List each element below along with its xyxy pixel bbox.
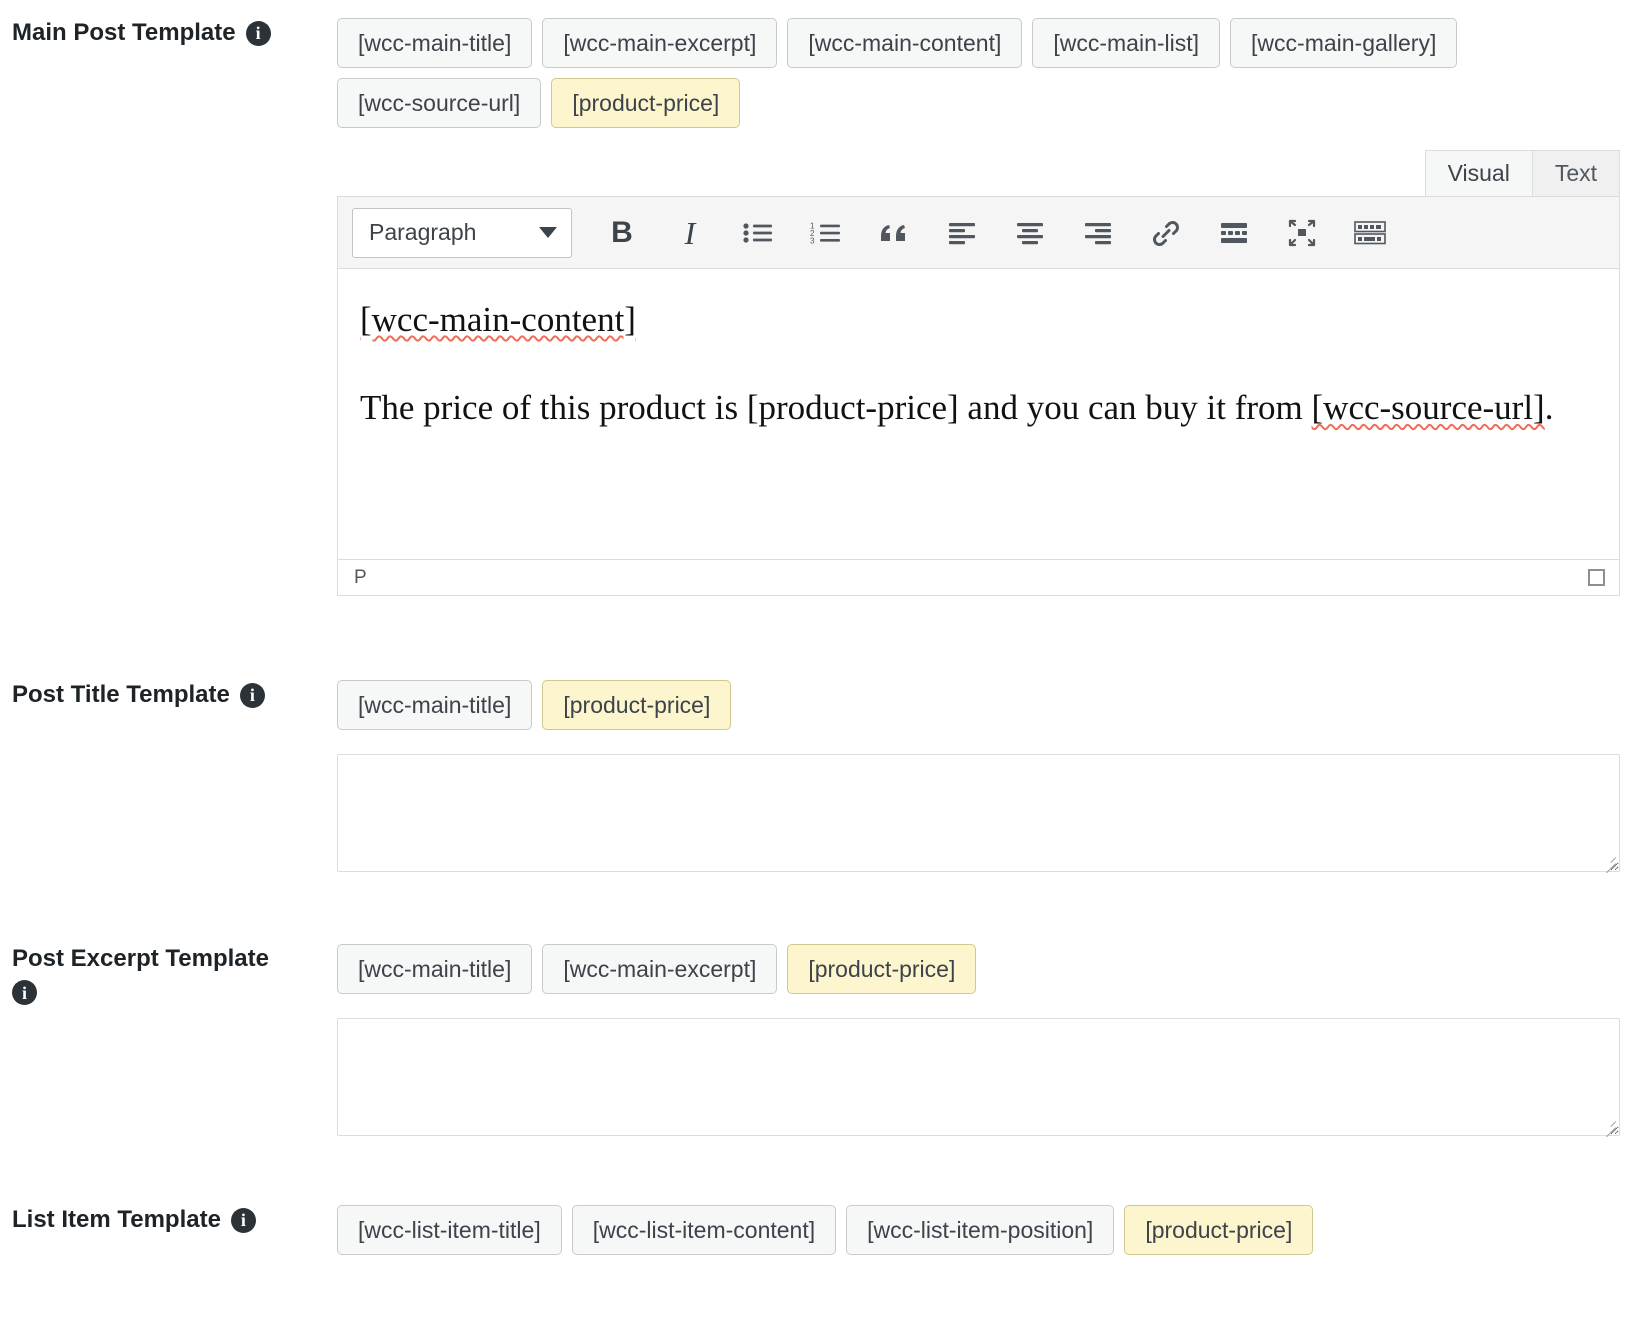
editor-sentence-text: The price of this product is [product-pr… [360,388,1312,428]
align-right-icon[interactable] [1064,206,1132,260]
shortcode-chip-wcc-source-url[interactable]: [wcc-source-url] [337,78,542,128]
editor-toolbar: Paragraph B I 1 2 3 [338,197,1619,269]
shortcode-chip-list-post-excerpt: [wcc-main-title] [wcc-main-excerpt] [pro… [337,944,1620,994]
section-post-title-template: Post Title Template i [wcc-main-title] [… [0,680,1632,874]
label-post-title-template: Post Title Template i [12,680,337,710]
field-body-post-excerpt: [wcc-main-title] [wcc-main-excerpt] [pro… [337,944,1620,1138]
shortcode-chip-wcc-list-item-title[interactable]: [wcc-list-item-title] [337,1205,562,1255]
label-main-post-template: Main Post Template i [12,18,337,48]
post-title-textarea-wrap [337,754,1620,874]
post-title-textarea[interactable] [337,754,1620,872]
label-text: Post Excerpt Template [12,945,269,972]
post-excerpt-textarea-wrap [337,1018,1620,1138]
read-more-icon[interactable] [1200,206,1268,260]
shortcode-chip-wcc-main-excerpt[interactable]: [wcc-main-excerpt] [542,944,778,994]
shortcode-chip-list-post-title: [wcc-main-title] [product-price] [337,680,1620,730]
tab-text[interactable]: Text [1531,150,1620,196]
settings-page: Main Post Template i [wcc-main-title] [w… [0,0,1632,1344]
shortcode-chip-wcc-main-content[interactable]: [wcc-main-content] [787,18,1023,68]
editor-element-path[interactable]: P [354,567,367,589]
link-icon[interactable] [1132,206,1200,260]
shortcode-chip-wcc-list-item-content[interactable]: [wcc-list-item-content] [571,1205,837,1255]
field-row-main-post: Main Post Template i [wcc-main-title] [w… [12,18,1620,596]
bulleted-list-icon[interactable] [724,206,792,260]
label-post-excerpt-template: Post Excerpt Template i [12,944,337,1005]
shortcode-chip-wcc-main-title[interactable]: [wcc-main-title] [337,18,533,68]
bold-icon[interactable]: B [588,206,656,260]
shortcode-chip-product-price[interactable]: [product-price] [542,680,732,730]
editor-source-url-text: [wcc-source-url] [1311,388,1545,428]
shortcode-chip-wcc-main-excerpt[interactable]: [wcc-main-excerpt] [542,18,778,68]
editor-statusbar: P [338,559,1619,595]
shortcode-chip-wcc-main-list[interactable]: [wcc-main-list] [1032,18,1221,68]
fullscreen-icon[interactable] [1268,206,1336,260]
editor-shortcode-text: [wcc-main-content] [360,300,636,339]
post-excerpt-textarea[interactable] [337,1018,1620,1136]
field-body-post-title: [wcc-main-title] [product-price] [337,680,1620,874]
blockquote-icon[interactable] [860,206,928,260]
field-row-list-item: List Item Template i [wcc-list-item-titl… [12,1205,1620,1255]
label-text: Main Post Template [12,19,236,46]
align-center-icon[interactable] [996,206,1064,260]
italic-icon[interactable]: I [656,206,724,260]
editor-paragraph-2: The price of this product is [product-pr… [360,381,1597,435]
field-body-main-post: [wcc-main-title] [wcc-main-excerpt] [wcc… [337,18,1620,596]
shortcode-chip-wcc-main-title[interactable]: [wcc-main-title] [337,944,533,994]
numbered-list-icon[interactable]: 1 2 3 [792,206,860,260]
section-main-post-template: Main Post Template i [wcc-main-title] [w… [0,18,1632,596]
svg-text:3: 3 [810,236,815,245]
label-text: Post Title Template [12,681,230,708]
label-text: List Item Template [12,1206,221,1233]
info-icon[interactable]: i [239,682,265,708]
editor-paragraph-1: [wcc-main-content] [360,293,1597,347]
shortcode-chip-product-price[interactable]: [product-price] [787,944,977,994]
shortcode-chip-product-price[interactable]: [product-price] [1124,1205,1314,1255]
editor-content-area[interactable]: [wcc-main-content] The price of this pro… [338,269,1619,559]
shortcode-chip-product-price[interactable]: [product-price] [551,78,741,128]
shortcode-chip-wcc-list-item-position[interactable]: [wcc-list-item-position] [846,1205,1115,1255]
shortcode-chip-list-main-post: [wcc-main-title] [wcc-main-excerpt] [wcc… [337,18,1620,128]
chevron-down-icon [539,227,557,238]
field-body-list-item: [wcc-list-item-title] [wcc-list-item-con… [337,1205,1620,1255]
toolbar-toggle-icon[interactable] [1336,206,1404,260]
field-row-post-title: Post Title Template i [wcc-main-title] [… [12,680,1620,874]
field-row-post-excerpt: Post Excerpt Template i [wcc-main-title]… [12,944,1620,1138]
shortcode-chip-wcc-main-title[interactable]: [wcc-main-title] [337,680,533,730]
shortcode-chip-wcc-main-gallery[interactable]: [wcc-main-gallery] [1230,18,1458,68]
editor-resize-handle[interactable] [1588,569,1605,586]
format-select[interactable]: Paragraph [352,207,572,258]
editor-box: Paragraph B I 1 2 3 [wcc-main-content] T… [337,196,1620,596]
section-list-item-template: List Item Template i [wcc-list-item-titl… [0,1205,1632,1255]
info-icon[interactable]: i [245,20,271,46]
section-post-excerpt-template: Post Excerpt Template i [wcc-main-title]… [0,944,1632,1138]
editor-period-text: . [1544,388,1554,428]
info-icon[interactable]: i [230,1207,256,1233]
info-icon[interactable]: i [12,980,37,1005]
wysiwyg-editor: Visual Text Paragraph B I 1 2 3 [wcc-mai… [337,150,1620,596]
editor-mode-tabs: Visual Text [337,150,1620,196]
align-left-icon[interactable] [928,206,996,260]
tab-visual[interactable]: Visual [1424,150,1533,196]
shortcode-chip-list-list-item: [wcc-list-item-title] [wcc-list-item-con… [337,1205,1620,1255]
label-list-item-template: List Item Template i [12,1205,337,1235]
format-select-value: Paragraph [369,219,477,245]
